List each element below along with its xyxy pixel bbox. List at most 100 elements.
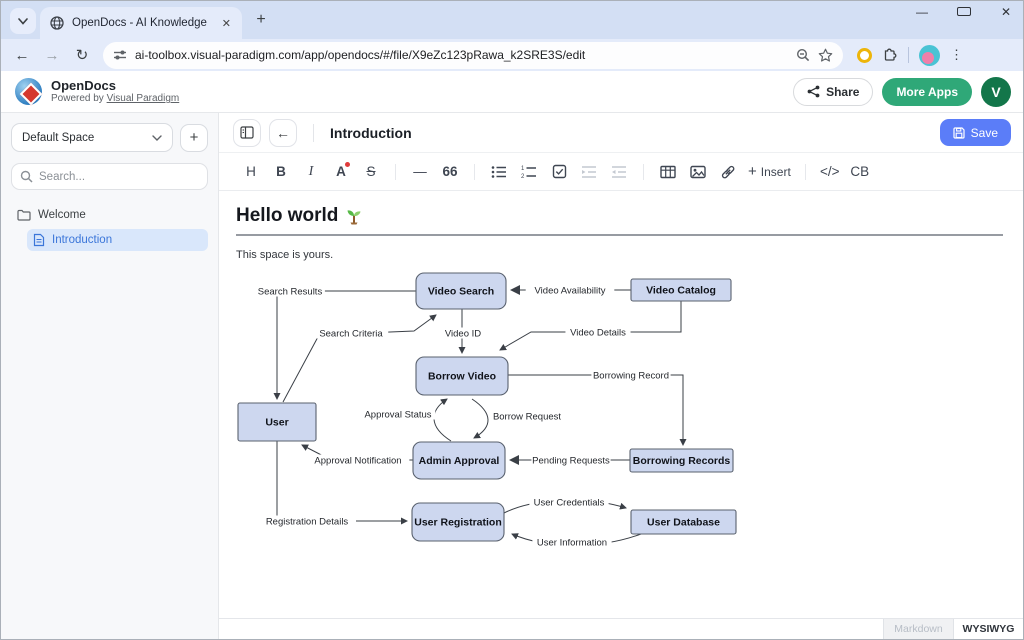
app-subtitle: Powered by Visual Paradigm <box>51 93 179 104</box>
diagram-node-video-catalog: Video Catalog <box>631 279 731 301</box>
svg-text:User Registration: User Registration <box>414 516 502 528</box>
profile-avatar[interactable] <box>919 45 940 66</box>
page-title: Introduction <box>330 125 412 141</box>
visual-paradigm-link[interactable]: Visual Paradigm <box>107 93 180 104</box>
diagram-node-user-registration: User Registration <box>412 503 504 541</box>
globe-favicon-icon <box>50 16 64 30</box>
toolbar-text-color-button[interactable]: A <box>327 159 355 185</box>
add-space-button[interactable]: + <box>180 124 208 152</box>
browser-window: OpenDocs - AI Knowledge Base ✕ + — ✕ ← →… <box>0 0 1024 640</box>
diagram-edge-borrow-request <box>472 399 488 438</box>
user-avatar[interactable]: V <box>981 77 1011 107</box>
toolbar-blockquote-button[interactable]: 66 <box>436 159 464 185</box>
svg-text:Admin Approval: Admin Approval <box>419 455 500 467</box>
toolbar-numbered-list-icon[interactable]: 12 <box>515 159 543 185</box>
diagram-node-borrow-video: Borrow Video <box>416 357 508 395</box>
doc-label: Introduction <box>52 234 112 246</box>
save-floppy-icon <box>953 127 965 139</box>
toolbar-strikethrough-button[interactable]: S <box>357 159 385 185</box>
diagram-node-video-search: Video Search <box>416 273 506 309</box>
sidebar: Default Space + Welcome <box>1 113 219 639</box>
extensions-puzzle-icon[interactable] <box>882 47 898 63</box>
toolbar-table-icon[interactable] <box>654 159 682 185</box>
new-tab-button[interactable]: + <box>248 7 274 33</box>
chevron-down-icon <box>152 135 162 141</box>
toolbar-code-block-button[interactable]: CB <box>846 159 874 185</box>
mode-wysiwyg-button[interactable]: WYSIWYG <box>953 619 1023 639</box>
formatting-toolbar: HBIAS —66 12 +Insert </>CB <box>219 153 1023 191</box>
window-close-button[interactable]: ✕ <box>999 5 1013 19</box>
diagram-edge-label: Approval Status <box>364 410 431 421</box>
more-apps-button[interactable]: More Apps <box>882 78 972 106</box>
toolbar-image-icon[interactable] <box>684 159 712 185</box>
page-back-button[interactable]: ← <box>269 119 297 147</box>
extension-badge-icon[interactable] <box>857 48 872 63</box>
document-canvas[interactable]: Hello world This space is yours. Video S… <box>219 191 1023 618</box>
diagram-edge-label: Approval Notification <box>314 456 401 467</box>
tab-search-button[interactable] <box>10 8 36 34</box>
diagram-node-user-database: User Database <box>631 510 736 534</box>
tab-title: OpenDocs - AI Knowledge Base <box>72 17 211 29</box>
browser-menu-icon[interactable]: ⋮ <box>950 47 963 63</box>
toolbar-italic-button[interactable]: I <box>297 159 325 185</box>
diagram-edge-label: User Credentials <box>534 498 605 509</box>
doc-heading: Hello world <box>236 205 1003 227</box>
diagram-edge-label: User Information <box>537 538 607 549</box>
sidebar-item-introduction[interactable]: Introduction <box>27 229 208 251</box>
editor-header: ← Introduction Save <box>219 113 1023 153</box>
powered-by-text: Powered by <box>51 93 107 104</box>
toolbar-bold-button[interactable]: B <box>267 159 295 185</box>
bookmark-star-icon[interactable] <box>818 48 833 63</box>
toggle-sidebar-button[interactable] <box>233 119 261 147</box>
forward-button[interactable]: → <box>39 42 65 68</box>
svg-text:User Database: User Database <box>647 516 720 528</box>
url-text[interactable]: ai-toolbox.visual-paradigm.com/app/opend… <box>135 48 788 62</box>
save-label: Save <box>971 126 998 140</box>
sidebar-search[interactable] <box>11 163 208 190</box>
window-maximize-button[interactable] <box>957 5 971 19</box>
toolbar-task-list-icon[interactable] <box>545 159 573 185</box>
toolbar-code-button[interactable]: </> <box>816 159 844 185</box>
search-icon <box>20 170 33 183</box>
toolbar-horizontal-rule-button[interactable]: — <box>406 159 434 185</box>
seedling-emoji-icon <box>345 207 363 225</box>
toolbar-divider <box>474 164 475 180</box>
toolbar-indent-icon[interactable] <box>575 159 603 185</box>
document-icon <box>33 233 45 247</box>
toolbar-divider <box>395 164 396 180</box>
reload-button[interactable]: ↻ <box>69 42 95 68</box>
diagram-edge-search-results <box>277 291 416 399</box>
diagram-edge-approval-status <box>434 399 451 441</box>
app-header: OpenDocs Powered by Visual Paradigm Shar… <box>1 71 1023 113</box>
address-bar[interactable]: ai-toolbox.visual-paradigm.com/app/opend… <box>103 42 843 69</box>
toolbar-heading-button[interactable]: H <box>237 159 265 185</box>
zoom-out-icon[interactable] <box>796 48 810 62</box>
doc-heading-text: Hello world <box>236 205 338 227</box>
heading-rule <box>236 234 1003 236</box>
search-input[interactable] <box>39 171 179 183</box>
toolbar-divider <box>643 164 644 180</box>
svg-text:1: 1 <box>521 166 525 172</box>
toolbar-insert-button[interactable]: +Insert <box>744 159 795 185</box>
svg-text:Video Search: Video Search <box>428 285 494 297</box>
diagram-node-user: User <box>238 403 316 441</box>
site-settings-icon[interactable] <box>113 49 127 61</box>
space-selector[interactable]: Default Space <box>11 123 173 152</box>
browser-tab[interactable]: OpenDocs - AI Knowledge Base ✕ <box>40 7 242 39</box>
save-button[interactable]: Save <box>940 119 1011 146</box>
toolbar-bullet-list-icon[interactable] <box>485 159 513 185</box>
toolbar-outdent-icon[interactable] <box>605 159 633 185</box>
window-minimize-button[interactable]: — <box>915 5 929 19</box>
tab-close-icon[interactable]: ✕ <box>219 17 234 30</box>
mode-markdown-button[interactable]: Markdown <box>883 619 953 639</box>
share-icon <box>807 85 820 98</box>
sidebar-item-welcome[interactable]: Welcome <box>11 204 208 226</box>
dataflow-diagram[interactable]: Video Search Video Catalog Borrow Video Use… <box>236 268 1003 560</box>
share-button[interactable]: Share <box>793 78 873 106</box>
diagram-edge-label: Video Availability <box>535 286 606 297</box>
app-title: OpenDocs <box>51 79 179 93</box>
back-button[interactable]: ← <box>9 42 35 68</box>
toolbar-link-icon[interactable] <box>714 159 742 185</box>
editor-statusbar: Markdown WYSIWYG <box>219 618 1023 639</box>
diagram-edge-label: Pending Requests <box>532 456 610 467</box>
